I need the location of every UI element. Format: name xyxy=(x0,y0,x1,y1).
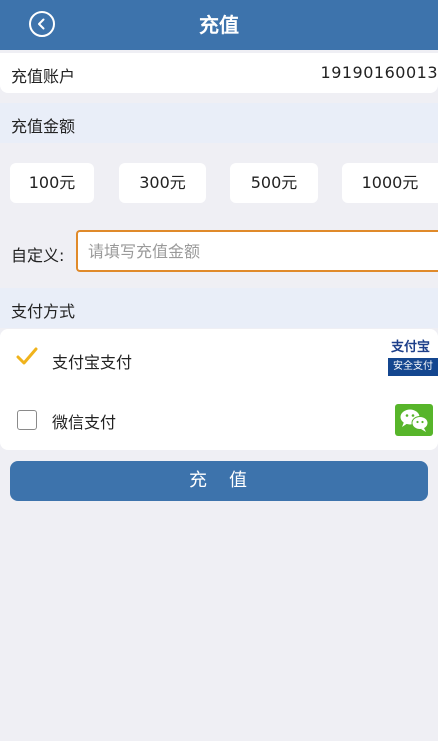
amount-option-500[interactable]: 500元 xyxy=(230,163,318,203)
payment-option-wechat[interactable]: 微信支付 xyxy=(0,389,438,449)
payment-section-title: 支付方式 xyxy=(11,302,76,321)
wechat-logo-icon xyxy=(395,404,433,436)
custom-amount-label: 自定义: xyxy=(11,246,65,265)
account-row: 充值账户 19190160013 xyxy=(0,53,438,93)
page-title: 充值 xyxy=(199,13,239,37)
payment-option-alipay[interactable]: 支付宝支付 xyxy=(0,329,438,389)
top-bar: 充值 xyxy=(0,0,438,50)
alipay-logo-subtext: 安全支付 xyxy=(388,358,438,376)
amount-option-300[interactable]: 300元 xyxy=(119,163,206,203)
wechat-pay-label: 微信支付 xyxy=(52,413,117,432)
alipay-label: 支付宝支付 xyxy=(52,353,133,372)
account-number: 19190160013 xyxy=(320,63,438,82)
amount-section-header: 充值金额 xyxy=(0,103,438,143)
recharge-button[interactable]: 充 值 xyxy=(10,461,428,501)
alipay-logo-text: 支付宝 xyxy=(391,340,431,355)
amount-option-1000[interactable]: 1000元 xyxy=(342,163,438,203)
alipay-logo-icon: 支付宝 安全支付 xyxy=(388,336,438,376)
account-label: 充值账户 xyxy=(11,67,76,86)
checkbox-unchecked[interactable] xyxy=(17,410,37,430)
checkbox-checked[interactable] xyxy=(16,347,38,368)
amount-option-100[interactable]: 100元 xyxy=(10,163,94,203)
wechat-bubbles-icon xyxy=(400,409,429,432)
payment-methods-panel: 支付宝支付 微信支付 xyxy=(0,329,438,450)
custom-amount-input[interactable] xyxy=(76,230,438,272)
payment-section-header: 支付方式 xyxy=(0,288,438,328)
amount-section-title: 充值金额 xyxy=(11,117,76,136)
checkmark-icon xyxy=(16,347,38,365)
